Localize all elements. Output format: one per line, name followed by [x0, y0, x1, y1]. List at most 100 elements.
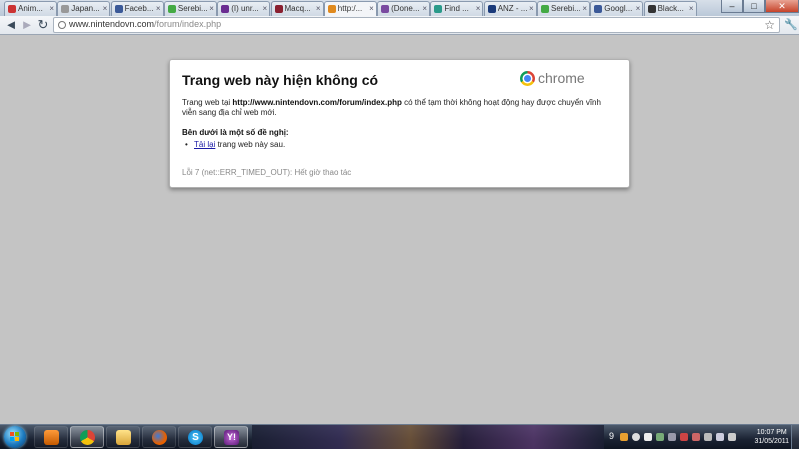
- tab-close-icon[interactable]: ×: [156, 2, 161, 15]
- tab-11[interactable]: Serebi... ×: [537, 1, 590, 16]
- tab-close-icon[interactable]: ×: [636, 2, 641, 15]
- suggestion-rest: trang web này sau.: [215, 140, 286, 149]
- taskbar-media-player[interactable]: [34, 426, 68, 448]
- chrome-wordmark: chrome: [538, 70, 585, 86]
- action-center-icon[interactable]: [704, 433, 712, 441]
- url-path: /forum/index.php: [154, 19, 222, 29]
- error-description: Trang web tại http://www.nintendovn.com/…: [182, 98, 614, 118]
- tray-count: 9: [609, 431, 615, 441]
- taskbar-firefox[interactable]: [142, 426, 176, 448]
- error-title: Trang web này hiện không có: [182, 72, 379, 88]
- tab-close-icon[interactable]: ×: [476, 2, 481, 15]
- url-host: www.nintendovn.com: [69, 19, 155, 29]
- tab-close-icon[interactable]: ×: [49, 2, 54, 15]
- tab-9[interactable]: Find ... ×: [430, 1, 484, 16]
- wrench-menu-icon[interactable]: 🔧: [784, 17, 798, 33]
- close-window-button[interactable]: ✕: [765, 0, 799, 13]
- clock[interactable]: 10:07 PM 31/05/2011: [754, 428, 789, 446]
- address-bar[interactable]: www.nintendovn.com/forum/index.php ☆: [53, 17, 780, 33]
- maximize-button[interactable]: □: [743, 0, 765, 13]
- tab-5[interactable]: (I) unr... ×: [217, 1, 271, 16]
- tab-8[interactable]: (Done... ×: [377, 1, 431, 16]
- skype-icon: S: [188, 430, 203, 445]
- browser-toolbar: ◄ ► ↻ www.nintendovn.com/forum/index.php…: [0, 16, 799, 35]
- tab-label: Serebi...: [551, 4, 580, 13]
- tab-close-icon[interactable]: ×: [103, 2, 108, 15]
- tab-favicon-icon: [327, 5, 336, 13]
- suggestion-title: Bên dưới là một số đề nghị:: [182, 128, 289, 137]
- tab-favicon-icon: [274, 5, 283, 13]
- tab-label: Macq...: [284, 4, 311, 13]
- start-button[interactable]: [4, 426, 26, 448]
- media-player-icon: [44, 430, 59, 445]
- tab-close-icon[interactable]: ×: [422, 2, 427, 15]
- tab-close-icon[interactable]: ×: [529, 2, 534, 15]
- taskbar-yahoo[interactable]: Y!: [214, 426, 248, 448]
- tab-close-icon[interactable]: ×: [209, 2, 214, 15]
- tray-icon[interactable]: [644, 433, 652, 441]
- tray-icon[interactable]: [632, 433, 640, 441]
- tab-4[interactable]: Serebi... ×: [163, 1, 217, 16]
- tray-icon[interactable]: [680, 433, 688, 441]
- page-icon: [58, 21, 66, 29]
- chrome-logo: chrome: [520, 70, 590, 88]
- tab-favicon-icon: [647, 5, 656, 13]
- tab-close-icon[interactable]: ×: [369, 2, 374, 15]
- tab-close-icon[interactable]: ×: [582, 2, 587, 15]
- chrome-icon: [80, 430, 95, 445]
- tab-favicon-icon: [381, 5, 390, 13]
- tab-label: Japan...: [71, 4, 100, 13]
- tray-icon[interactable]: [692, 433, 700, 441]
- tab-label: (I) unr...: [231, 4, 259, 13]
- taskbar-chrome[interactable]: [70, 426, 104, 448]
- tray-icon[interactable]: [656, 433, 664, 441]
- tab-2[interactable]: Japan... ×: [57, 1, 111, 16]
- bookmark-star-icon[interactable]: ☆: [764, 18, 775, 32]
- tab-label: Googl...: [604, 4, 633, 13]
- tab-label: Find ...: [444, 4, 469, 13]
- tab-1[interactable]: Anim... ×: [4, 1, 57, 16]
- chrome-logo-icon: [520, 71, 535, 86]
- network-icon[interactable]: [716, 433, 724, 441]
- error-desc-prefix: Trang web tại: [182, 98, 233, 107]
- clock-date: 31/05/2011: [754, 438, 789, 445]
- error-code: Lỗi 7 (net::ERR_TIMED_OUT): Hết giờ thao…: [182, 168, 352, 177]
- url-text[interactable]: www.nintendovn.com/forum/index.php: [69, 19, 221, 29]
- tray-icon[interactable]: [668, 433, 676, 441]
- window-controls: – □ ✕: [721, 0, 799, 14]
- reload-link[interactable]: Tải lại: [194, 140, 215, 149]
- tab-favicon-icon: [167, 5, 176, 13]
- tab-favicon-icon: [541, 5, 549, 13]
- tab-favicon-icon: [8, 5, 16, 13]
- back-button[interactable]: ◄: [3, 17, 19, 33]
- taskbar-skype[interactable]: S: [178, 426, 212, 448]
- tab-favicon-icon: [221, 5, 230, 13]
- error-desc-url: http://www.nintendovn.com/forum/index.ph…: [232, 98, 402, 107]
- tab-close-icon[interactable]: ×: [263, 2, 268, 15]
- forward-button[interactable]: ►: [19, 17, 35, 33]
- tab-label: Anim...: [18, 4, 43, 13]
- tab-3[interactable]: Faceb... ×: [110, 1, 164, 16]
- volume-icon[interactable]: [728, 433, 736, 441]
- tab-favicon-icon: [594, 5, 603, 13]
- minimize-button[interactable]: –: [721, 0, 743, 13]
- tab-close-icon[interactable]: ×: [316, 2, 321, 15]
- tab-label: ANZ - ...: [497, 4, 527, 13]
- tab-favicon-icon: [434, 5, 443, 13]
- tab-7[interactable]: http:/... ×: [323, 1, 377, 16]
- tab-10[interactable]: ANZ - ... ×: [483, 1, 537, 16]
- tab-close-icon[interactable]: ×: [689, 2, 694, 15]
- tray-icon[interactable]: [620, 433, 628, 441]
- show-desktop-button[interactable]: [791, 425, 799, 449]
- taskbar: S Y! 9 10:07 PM 31/05/2011: [0, 424, 799, 449]
- tab-6[interactable]: Macq... ×: [270, 1, 324, 16]
- tab-12[interactable]: Googl... ×: [590, 1, 644, 16]
- tab-label: Faceb...: [124, 4, 154, 13]
- error-box: Trang web này hiện không có chrome Trang…: [169, 59, 630, 188]
- tab-13[interactable]: Black... ×: [643, 1, 697, 16]
- taskbar-background-art: [252, 425, 604, 449]
- taskbar-explorer[interactable]: [106, 426, 140, 448]
- firefox-icon: [152, 430, 167, 445]
- tab-label: Black...: [657, 4, 684, 13]
- reload-button[interactable]: ↻: [35, 17, 51, 33]
